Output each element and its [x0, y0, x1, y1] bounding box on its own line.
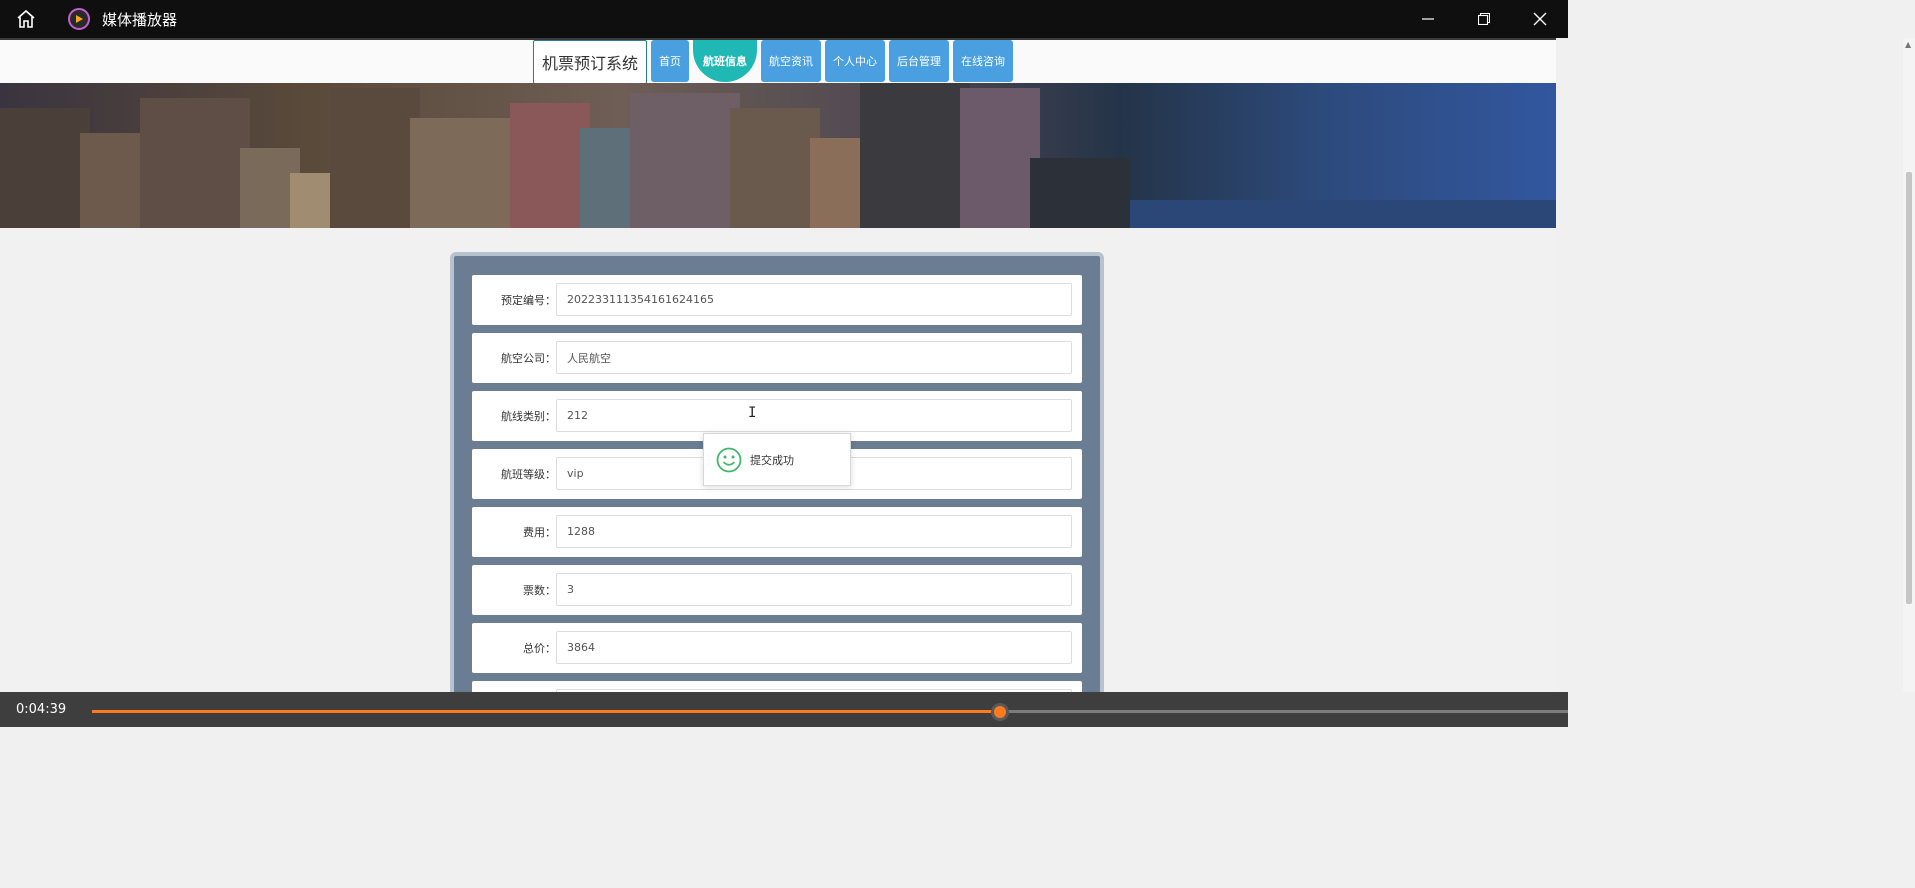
web-content: 机票预订系统 首页 航班信息 航空资讯 个人中心 后台管理 在线咨询 预定编号：…: [0, 38, 1556, 692]
form-row: 预定编号： 202233111354161624165: [472, 275, 1082, 325]
form-field-label: 航班等级：: [501, 468, 556, 481]
home-icon[interactable]: [0, 0, 52, 38]
nav-item-aviation-news[interactable]: 航空资讯: [761, 40, 822, 82]
form-field-label: 预定编号：: [501, 294, 556, 307]
window-titlebar: 媒体播放器: [0, 0, 1568, 38]
toast-message: 提交成功: [750, 453, 794, 467]
form-field-input[interactable]: 1288: [556, 515, 1072, 548]
form-field-input[interactable]: 3864: [556, 631, 1072, 664]
seek-thumb[interactable]: [990, 703, 1009, 721]
form-row: 预订时间：2022-04-08 00:00:00: [472, 681, 1082, 692]
form-field-label: 票数：: [523, 584, 556, 597]
nav-item-admin[interactable]: 后台管理: [889, 40, 950, 82]
form-field-input[interactable]: 202233111354161624165: [556, 283, 1072, 316]
seek-bar[interactable]: [92, 710, 1568, 713]
player-controls: 0:04:39: [0, 692, 1568, 727]
nav-item-flight-info[interactable]: 航班信息: [693, 40, 758, 82]
form-row: 票数： 3: [472, 565, 1082, 615]
scroll-up-icon[interactable]: ▲: [1905, 40, 1911, 49]
text-cursor: I: [748, 405, 757, 421]
playback-time: 0:04:39: [16, 702, 67, 717]
site-navbar: 机票预订系统 首页 航班信息 航空资讯 个人中心 后台管理 在线咨询: [0, 38, 1556, 84]
form-field-input[interactable]: 人民航空: [556, 341, 1072, 374]
media-player-icon: [68, 8, 90, 30]
nav-item-personal-center[interactable]: 个人中心: [825, 40, 886, 82]
form-row: 费用： 1288: [472, 507, 1082, 557]
scrollbar-thumb[interactable]: [1906, 172, 1912, 604]
form-field-label: 总价：: [523, 642, 556, 655]
form-row: 航空公司： 人民航空: [472, 333, 1082, 383]
nav-item-online-consult[interactable]: 在线咨询: [953, 40, 1014, 82]
form-field-input[interactable]: 3: [556, 573, 1072, 606]
page-scrollbar[interactable]: ▲: [1903, 38, 1915, 692]
form-row: 总价： 3864: [472, 623, 1082, 673]
banner-image: [0, 83, 1556, 228]
form-field-label: 航线类别：: [501, 410, 556, 423]
nav-item-home[interactable]: 首页: [651, 40, 690, 82]
seek-bar-progress: [92, 710, 1000, 713]
success-toast: 提交成功: [703, 433, 851, 486]
minimize-icon[interactable]: [1400, 0, 1456, 38]
window-title: 媒体播放器: [102, 10, 178, 29]
smile-icon: [716, 447, 742, 473]
site-logo[interactable]: 机票预订系统: [533, 40, 648, 84]
form-field-label: 费用：: [523, 526, 556, 539]
form-field-label: 航空公司：: [501, 352, 556, 365]
restore-icon[interactable]: [1456, 0, 1512, 38]
form-field-input[interactable]: 212: [556, 399, 1072, 432]
close-icon[interactable]: [1512, 0, 1568, 38]
